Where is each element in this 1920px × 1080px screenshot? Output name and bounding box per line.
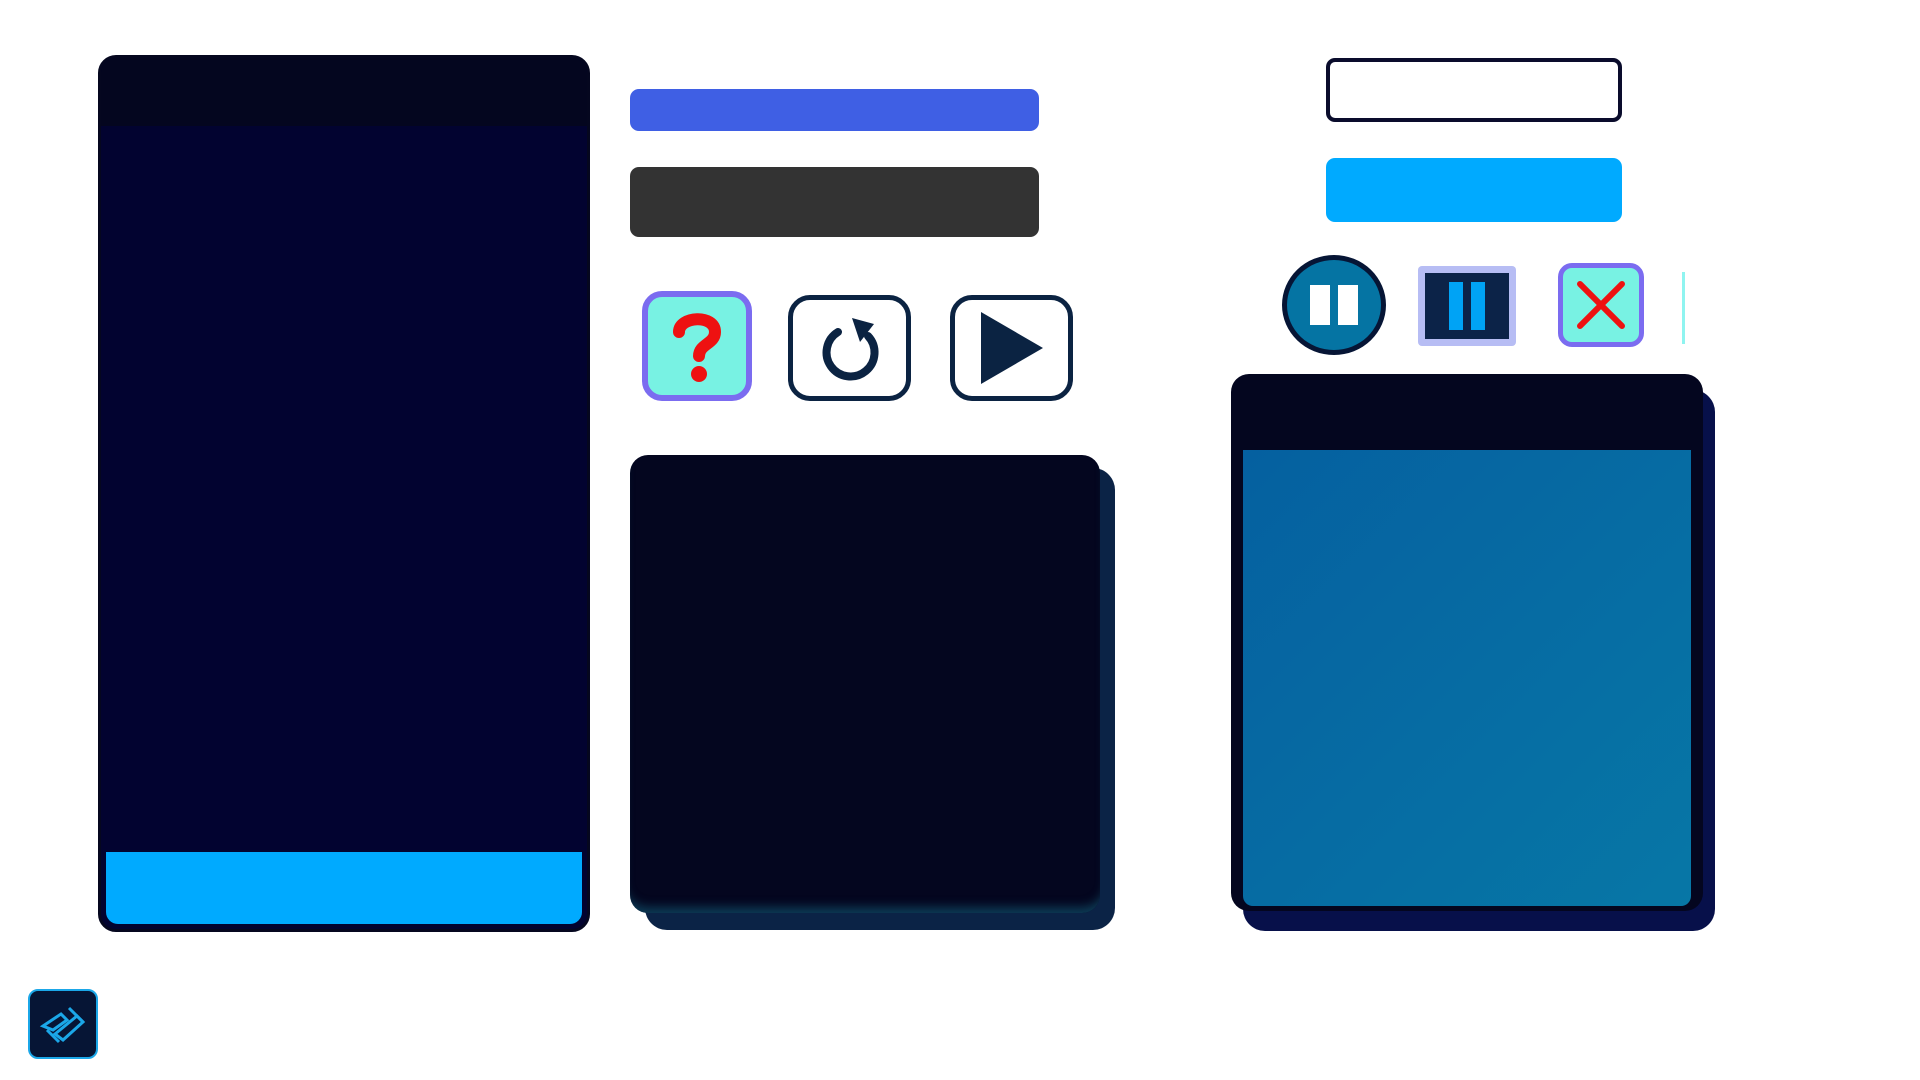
question-mark-icon <box>673 313 722 382</box>
pause-bar-left <box>1449 282 1463 330</box>
pause-icon <box>1425 273 1509 339</box>
right-panel-body <box>1243 450 1691 906</box>
middle-panel <box>630 455 1100 913</box>
pause-icon <box>1310 285 1358 325</box>
left-panel-footer-button[interactable] <box>106 852 582 924</box>
dark-bar-button[interactable] <box>630 167 1039 237</box>
restart-button[interactable] <box>788 295 911 401</box>
help-button[interactable] <box>642 291 752 401</box>
close-icon <box>1577 281 1625 329</box>
left-panel <box>98 55 590 932</box>
round-pause-button[interactable] <box>1282 255 1386 355</box>
play-icon <box>980 312 1043 384</box>
app-logo-icon <box>39 1006 86 1044</box>
left-panel-header <box>101 58 587 126</box>
app-logo[interactable] <box>28 989 98 1059</box>
blue-bar-button[interactable] <box>630 89 1039 131</box>
square-pause-button[interactable] <box>1418 266 1516 346</box>
text-input[interactable] <box>1326 58 1622 122</box>
right-panel <box>1231 374 1703 911</box>
pause-bar-right <box>1471 282 1485 330</box>
restart-icon <box>822 318 878 381</box>
divider-line <box>1682 272 1685 344</box>
close-button[interactable] <box>1558 263 1644 347</box>
cyan-button[interactable] <box>1326 158 1622 222</box>
play-button[interactable] <box>950 295 1073 401</box>
